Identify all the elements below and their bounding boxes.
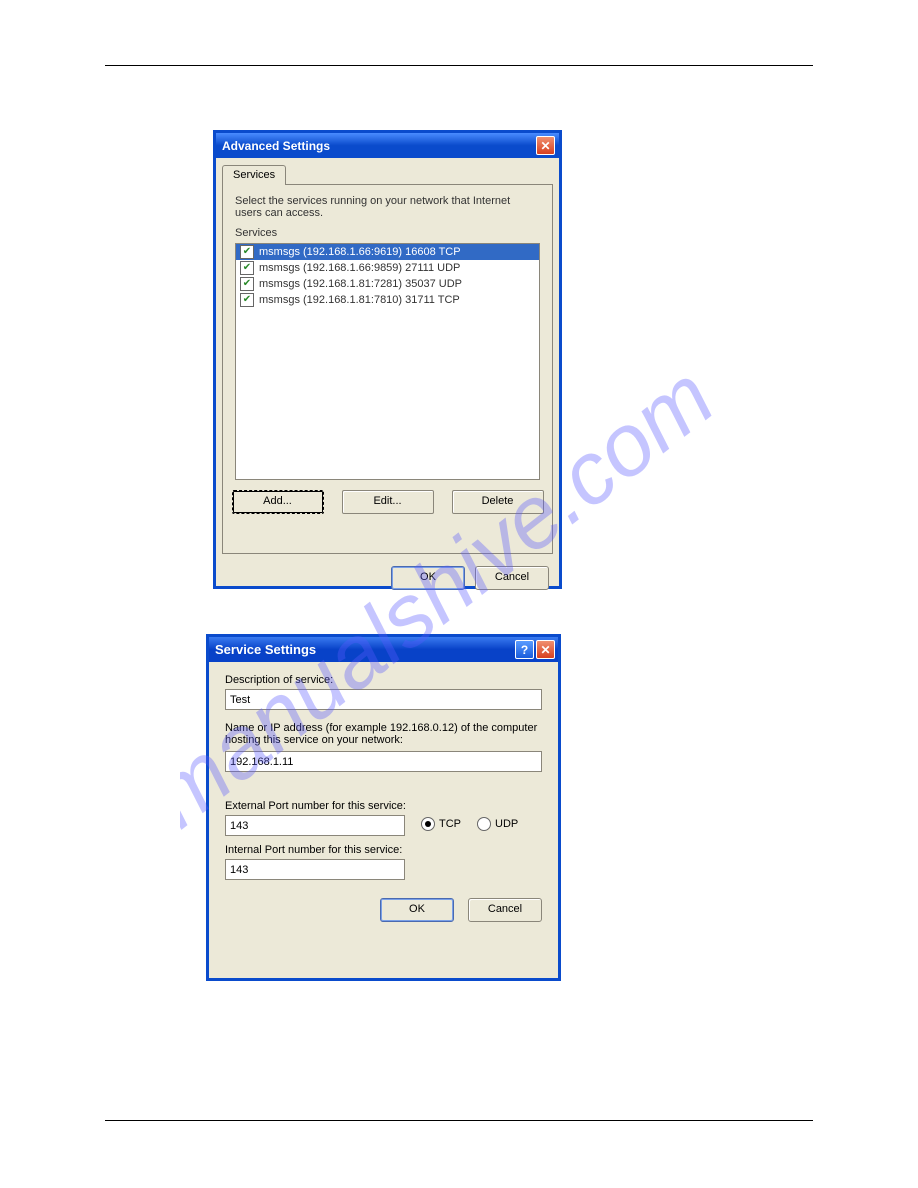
add-button[interactable]: Add... (232, 490, 324, 514)
list-item[interactable]: ✔ msmsgs (192.168.1.66:9859) 27111 UDP (236, 260, 539, 276)
dialog-body: Description of service: Name or IP addre… (209, 662, 558, 890)
titlebar[interactable]: Advanced Settings ✕ (216, 133, 559, 158)
list-item-label: msmsgs (192.168.1.81:7810) 31711 TCP (259, 294, 460, 306)
cancel-button[interactable]: Cancel (475, 566, 549, 590)
list-item[interactable]: ✔ msmsgs (192.168.1.81:7810) 31711 TCP (236, 292, 539, 308)
host-input[interactable] (225, 751, 542, 772)
service-settings-dialog: Service Settings ? ✕ Description of serv… (206, 634, 561, 981)
list-item[interactable]: ✔ msmsgs (192.168.1.81:7281) 35037 UDP (236, 276, 539, 292)
external-port-input[interactable] (225, 815, 405, 836)
help-icon[interactable]: ? (515, 640, 534, 659)
title-text: Service Settings (215, 642, 316, 657)
services-label: Services (235, 227, 540, 239)
close-icon[interactable]: ✕ (536, 640, 555, 659)
close-icon[interactable]: ✕ (536, 136, 555, 155)
label-external-port: External Port number for this service: (225, 800, 542, 812)
page-rule-top (105, 65, 813, 66)
title-text: Advanced Settings (222, 139, 330, 153)
description-input[interactable] (225, 689, 542, 710)
tab-strip: Services (216, 158, 559, 184)
tab-body: Select the services running on your netw… (222, 184, 553, 554)
list-item-label: msmsgs (192.168.1.81:7281) 35037 UDP (259, 278, 462, 290)
checkbox-icon[interactable]: ✔ (240, 261, 254, 275)
list-item-label: msmsgs (192.168.1.66:9619) 16608 TCP (259, 246, 461, 258)
page-rule-bottom (105, 1120, 813, 1121)
radio-udp[interactable]: UDP (477, 817, 518, 831)
internal-port-input[interactable] (225, 859, 405, 880)
ok-button[interactable]: OK (380, 898, 454, 922)
checkbox-icon[interactable]: ✔ (240, 277, 254, 291)
tab-services[interactable]: Services (222, 165, 286, 185)
radio-label: UDP (495, 818, 518, 830)
ok-button[interactable]: OK (391, 566, 465, 590)
label-internal-port: Internal Port number for this service: (225, 844, 542, 856)
list-item[interactable]: ✔ msmsgs (192.168.1.66:9619) 16608 TCP (236, 244, 539, 260)
checkbox-icon[interactable]: ✔ (240, 245, 254, 259)
list-item-label: msmsgs (192.168.1.66:9859) 27111 UDP (259, 262, 460, 274)
label-description: Description of service: (225, 674, 542, 686)
cancel-button[interactable]: Cancel (468, 898, 542, 922)
titlebar[interactable]: Service Settings ? ✕ (209, 637, 558, 662)
radio-icon[interactable] (477, 817, 491, 831)
instruction-text: Select the services running on your netw… (235, 195, 540, 219)
label-host: Name or IP address (for example 192.168.… (225, 722, 542, 746)
delete-button[interactable]: Delete (452, 490, 544, 514)
radio-tcp[interactable]: TCP (421, 817, 461, 831)
checkbox-icon[interactable]: ✔ (240, 293, 254, 307)
edit-button[interactable]: Edit... (342, 490, 434, 514)
advanced-settings-dialog: Advanced Settings ✕ Services Select the … (213, 130, 562, 589)
radio-icon[interactable] (421, 817, 435, 831)
radio-label: TCP (439, 818, 461, 830)
services-list[interactable]: ✔ msmsgs (192.168.1.66:9619) 16608 TCP ✔… (235, 243, 540, 480)
